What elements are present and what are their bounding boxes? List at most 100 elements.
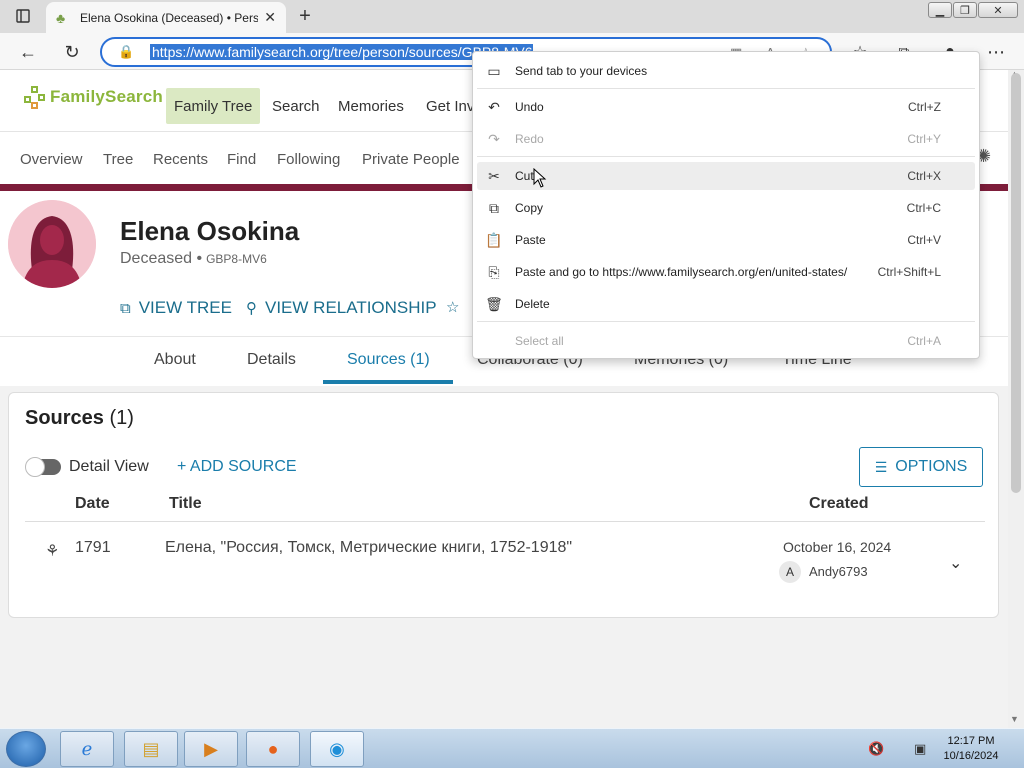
menu-shortcut: Ctrl+X [907, 169, 941, 183]
paste-icon: 📋 [485, 231, 503, 248]
detail-view-toggle[interactable] [25, 457, 61, 477]
back-arrow-icon[interactable]: ← [16, 40, 40, 64]
source-created-date: October 16, 2024 [783, 539, 892, 555]
menu-undo[interactable]: ↶ Undo Ctrl+Z [477, 93, 975, 121]
subnav-following[interactable]: Following [277, 151, 340, 168]
lock-icon[interactable]: 🔒 [118, 44, 134, 60]
menu-redo[interactable]: ↷ Redo Ctrl+Y [477, 125, 975, 153]
scissors-icon: ✂ [488, 167, 500, 184]
network-icon[interactable]: ▣ [914, 741, 926, 757]
close-window-button[interactable]: ✕ [978, 2, 1018, 18]
sources-card: Sources (1) Detail View + ADD SOURCE ☰ O… [8, 392, 999, 618]
restore-button[interactable]: ❐ [953, 2, 977, 18]
paste-go-icon: ⎘ [488, 263, 500, 280]
more-menu-icon[interactable]: ⋯ [984, 40, 1008, 64]
subnav-recents[interactable]: Recents [153, 151, 208, 168]
chevron-down-icon[interactable]: ⌄ [949, 553, 962, 573]
options-label: OPTIONS [895, 458, 968, 475]
subnav-overview[interactable]: Overview [20, 151, 83, 168]
detail-view-label: Detail View [69, 458, 149, 475]
windows-taskbar: ℯ ▤ ▶ ● ◉ 🔇 ▣ 12:17 PM 10/16/2024 [0, 728, 1024, 768]
view-relationship-label: VIEW RELATIONSHIP [265, 298, 437, 317]
filter-icon: ☰ [874, 458, 888, 475]
person-name: Elena Osokina [120, 216, 300, 246]
menu-cut[interactable]: ✂ Cut Ctrl+X [477, 162, 975, 190]
add-source-button[interactable]: + ADD SOURCE [177, 458, 297, 476]
menu-separator [477, 156, 975, 157]
taskbar-clock[interactable]: 12:17 PM 10/16/2024 [936, 734, 1006, 764]
table-divider [25, 521, 985, 522]
file-explorer-taskbar-icon[interactable]: ▤ [124, 731, 178, 767]
nav-family-tree[interactable]: Family Tree [166, 88, 261, 124]
device-icon: ▭ [487, 62, 501, 79]
nav-search[interactable]: Search [264, 88, 328, 124]
menu-label: Delete [515, 297, 550, 311]
options-button[interactable]: ☰ OPTIONS [859, 447, 983, 487]
source-created-by[interactable]: Andy6793 [809, 564, 868, 579]
clock-date: 10/16/2024 [943, 750, 999, 762]
tab-actions-icon[interactable] [12, 6, 34, 26]
subnav-find[interactable]: Find [227, 151, 256, 168]
close-tab-icon[interactable]: ✕ [264, 9, 276, 26]
menu-delete[interactable]: 🗑 Delete [477, 290, 975, 318]
refresh-icon[interactable]: ↻ [60, 40, 84, 64]
sources-heading: Sources (1) [25, 407, 134, 430]
logo-text: FamilySearch [50, 87, 163, 106]
menu-send-tab[interactable]: ▭ Send tab to your devices [477, 57, 975, 85]
tab-about[interactable]: About [154, 351, 196, 369]
menu-shortcut: Ctrl+C [906, 201, 941, 215]
start-button[interactable] [6, 731, 46, 767]
nav-memories[interactable]: Memories [330, 88, 412, 124]
trash-icon: 🗑 [485, 295, 503, 312]
menu-separator [477, 321, 975, 322]
edge-taskbar-icon[interactable]: ◉ [310, 731, 364, 767]
volume-muted-icon[interactable]: 🔇 [868, 741, 884, 757]
scroll-down-icon[interactable]: ▼ [1010, 714, 1019, 724]
menu-paste[interactable]: 📋 Paste Ctrl+V [477, 226, 975, 254]
view-tree-link[interactable]: ⧉ VIEW TREE [120, 298, 232, 318]
column-date[interactable]: Date [75, 495, 110, 513]
media-player-taskbar-icon[interactable]: ▶ [184, 731, 238, 767]
new-tab-icon[interactable]: + [294, 5, 316, 27]
scrollbar-thumb[interactable] [1011, 73, 1021, 493]
page-scrollbar[interactable]: ▲ ▼ [1008, 69, 1024, 728]
follow-link[interactable]: ☆ [446, 298, 467, 316]
menu-select-all[interactable]: Select all Ctrl+A [477, 327, 975, 355]
subnav-private-people[interactable]: Private People [362, 151, 460, 168]
active-tab-indicator [323, 380, 453, 384]
redo-icon: ↷ [488, 130, 500, 147]
column-created[interactable]: Created [809, 495, 869, 513]
tree-icon: ⧉ [120, 299, 131, 317]
person-id: GBP8-MV6 [206, 252, 267, 266]
menu-label: Copy [515, 201, 544, 215]
internet-explorer-taskbar-icon[interactable]: ℯ [60, 731, 114, 767]
clock-time: 12:17 PM [947, 735, 995, 747]
toggle-knob [25, 457, 45, 477]
tab-sources[interactable]: Sources (1) [347, 351, 430, 369]
firefox-taskbar-icon[interactable]: ● [246, 731, 300, 767]
menu-label: Redo [515, 132, 544, 146]
menu-copy[interactable]: ⧉ Copy Ctrl+C [477, 194, 975, 222]
minimize-button[interactable]: ▁ [928, 2, 952, 18]
tab-details[interactable]: Details [247, 351, 296, 369]
browser-tab-active[interactable]: ♣ Elena Osokina (Deceased) • Pers ✕ [46, 2, 286, 33]
subnav-tree[interactable]: Tree [103, 151, 133, 168]
familysearch-favicon-icon: ♣ [56, 9, 66, 26]
menu-shortcut: Ctrl+Shift+L [877, 265, 941, 279]
view-relationship-link[interactable]: ⚲ VIEW RELATIONSHIP [246, 298, 437, 318]
menu-label: Select all [515, 334, 564, 348]
tab-title: Elena Osokina (Deceased) • Pers [80, 10, 259, 25]
undo-icon: ↶ [488, 98, 500, 115]
star-icon: ☆ [446, 299, 460, 316]
familysearch-logo[interactable]: FamilySearch [22, 82, 163, 112]
copy-icon: ⧉ [489, 199, 499, 216]
menu-label: Paste and go to https://www.familysearch… [515, 265, 848, 279]
status-text: Deceased [120, 250, 193, 267]
column-title[interactable]: Title [169, 495, 202, 513]
sources-title-text: Sources [25, 407, 104, 429]
context-menu: ▭ Send tab to your devices ↶ Undo Ctrl+Z… [472, 51, 980, 359]
source-title[interactable]: Елена, "Россия, Томск, Метрические книги… [165, 539, 572, 557]
menu-shortcut: Ctrl+Y [907, 132, 941, 146]
menu-paste-and-go[interactable]: ⎘ Paste and go to https://www.familysear… [477, 258, 975, 286]
sources-count: (1) [109, 407, 134, 429]
